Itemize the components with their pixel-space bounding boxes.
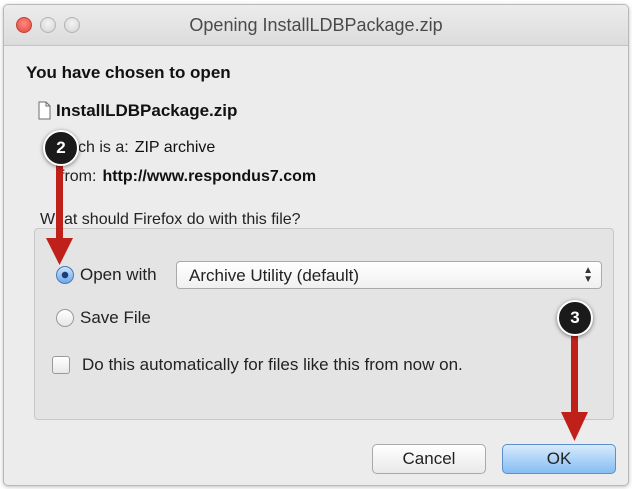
file-type-value: ZIP archive [134, 139, 216, 156]
open-with-radio[interactable] [56, 266, 74, 284]
window-title: Opening InstallLDBPackage.zip [189, 15, 443, 35]
ok-button[interactable]: OK [502, 444, 616, 474]
file-source-label: from: [60, 168, 97, 185]
file-source-row: from: http://www.respondus7.com [60, 168, 316, 186]
step-3-marker: 3 [557, 300, 593, 336]
select-arrows-icon: ▲ ▼ [583, 265, 593, 285]
dialog-heading: You have chosen to open [26, 63, 231, 82]
document-icon [38, 101, 51, 120]
file-name: InstallLDBPackage.zip [56, 101, 238, 120]
file-source-value: http://www.respondus7.com [102, 168, 317, 185]
step-2-marker: 2 [43, 130, 79, 166]
application-select-value: Archive Utility (default) [189, 266, 360, 285]
action-question: What should Firefox do with this file? [40, 211, 301, 228]
auto-action-checkbox[interactable] [52, 356, 70, 374]
save-file-radio[interactable] [56, 309, 74, 327]
auto-action-label[interactable]: Do this automatically for files like thi… [82, 355, 463, 375]
open-with-label[interactable]: Open with [80, 265, 157, 285]
cancel-button[interactable]: Cancel [372, 444, 486, 474]
save-file-label[interactable]: Save File [80, 308, 151, 328]
title-bar: Opening InstallLDBPackage.zip [4, 5, 628, 46]
application-select[interactable]: Archive Utility (default) ▲ ▼ [176, 261, 602, 289]
